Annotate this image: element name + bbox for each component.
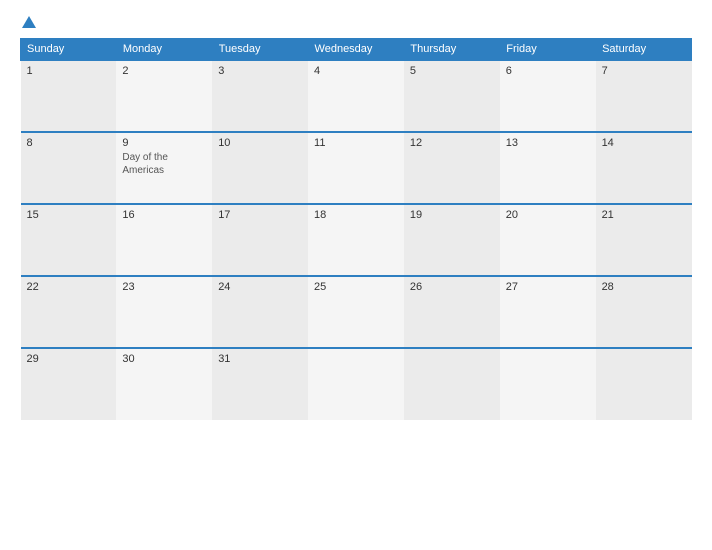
day-number: 23	[122, 281, 206, 293]
calendar-cell: 7	[596, 60, 692, 132]
day-number: 10	[218, 137, 302, 149]
weekday-header-sunday: Sunday	[21, 39, 117, 61]
calendar-cell	[596, 348, 692, 420]
calendar-week-row: 1234567	[21, 60, 692, 132]
logo	[20, 18, 36, 28]
calendar-cell: 29	[21, 348, 117, 420]
calendar-cell: 4	[308, 60, 404, 132]
calendar-cell: 23	[116, 276, 212, 348]
calendar-cell: 9 Day of the Americas	[116, 132, 212, 204]
calendar-cell	[404, 348, 500, 420]
calendar-week-row: 89 Day of the Americas 10 11 12 13 14	[21, 132, 692, 204]
calendar-page: SundayMondayTuesdayWednesdayThursdayFrid…	[0, 0, 712, 550]
day-number: 16	[122, 209, 206, 221]
day-number: 15	[27, 209, 111, 221]
day-number: 14	[602, 137, 686, 149]
day-number: 4	[314, 65, 398, 77]
day-number: 3	[218, 65, 302, 77]
calendar-cell: 13	[500, 132, 596, 204]
weekday-header-row: SundayMondayTuesdayWednesdayThursdayFrid…	[21, 39, 692, 61]
day-number: 2	[122, 65, 206, 77]
day-number: 30	[122, 353, 206, 365]
weekday-header-wednesday: Wednesday	[308, 39, 404, 61]
calendar-cell: 30	[116, 348, 212, 420]
calendar-cell: 10	[212, 132, 308, 204]
calendar-table: SundayMondayTuesdayWednesdayThursdayFrid…	[20, 38, 692, 420]
weekday-header-monday: Monday	[116, 39, 212, 61]
calendar-cell: 19	[404, 204, 500, 276]
day-number: 1	[27, 65, 111, 77]
day-number: 24	[218, 281, 302, 293]
calendar-cell: 17	[212, 204, 308, 276]
calendar-cell: 1	[21, 60, 117, 132]
calendar-cell: 3	[212, 60, 308, 132]
day-number: 29	[27, 353, 111, 365]
calendar-cell	[308, 348, 404, 420]
calendar-cell: 8	[21, 132, 117, 204]
calendar-cell: 25	[308, 276, 404, 348]
calendar-week-row: 22 23 24 25 26 27 28	[21, 276, 692, 348]
day-number: 8	[27, 137, 111, 149]
calendar-week-row: 29 30 31	[21, 348, 692, 420]
calendar-cell: 26	[404, 276, 500, 348]
day-number: 19	[410, 209, 494, 221]
weekday-header-friday: Friday	[500, 39, 596, 61]
calendar-cell: 14	[596, 132, 692, 204]
day-number: 13	[506, 137, 590, 149]
calendar-cell: 2	[116, 60, 212, 132]
day-number: 6	[506, 65, 590, 77]
calendar-cell: 20	[500, 204, 596, 276]
calendar-cell: 6	[500, 60, 596, 132]
holiday-name: Day of the Americas	[122, 151, 206, 177]
day-number: 12	[410, 137, 494, 149]
calendar-cell: 24	[212, 276, 308, 348]
day-number: 28	[602, 281, 686, 293]
calendar-cell: 15	[21, 204, 117, 276]
logo-triangle-icon	[22, 16, 36, 28]
calendar-cell	[500, 348, 596, 420]
day-number: 21	[602, 209, 686, 221]
day-number: 22	[27, 281, 111, 293]
day-number: 18	[314, 209, 398, 221]
calendar-cell: 16	[116, 204, 212, 276]
day-number: 27	[506, 281, 590, 293]
calendar-cell: 5	[404, 60, 500, 132]
day-number: 9	[122, 137, 206, 149]
weekday-header-thursday: Thursday	[404, 39, 500, 61]
calendar-cell: 28	[596, 276, 692, 348]
day-number: 25	[314, 281, 398, 293]
calendar-week-row: 15 16 17 18 19 20 21	[21, 204, 692, 276]
day-number: 5	[410, 65, 494, 77]
calendar-header	[20, 18, 692, 28]
weekday-header-saturday: Saturday	[596, 39, 692, 61]
day-number: 31	[218, 353, 302, 365]
calendar-cell: 27	[500, 276, 596, 348]
calendar-cell: 31	[212, 348, 308, 420]
day-number: 7	[602, 65, 686, 77]
calendar-cell: 11	[308, 132, 404, 204]
day-number: 17	[218, 209, 302, 221]
weekday-header-tuesday: Tuesday	[212, 39, 308, 61]
calendar-cell: 21	[596, 204, 692, 276]
day-number: 26	[410, 281, 494, 293]
calendar-cell: 18	[308, 204, 404, 276]
day-number: 20	[506, 209, 590, 221]
calendar-cell: 22	[21, 276, 117, 348]
day-number: 11	[314, 137, 398, 149]
calendar-cell: 12	[404, 132, 500, 204]
